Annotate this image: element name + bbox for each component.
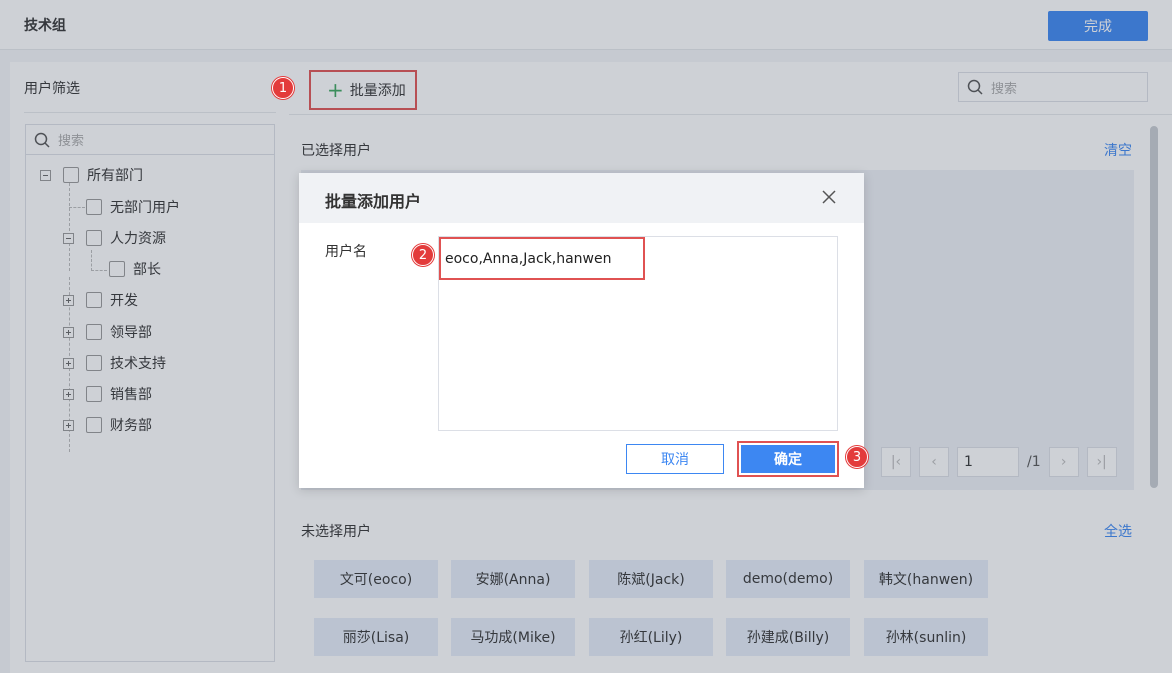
confirm-highlight: 确定 [737,441,839,477]
dialog-title: 批量添加用户 [325,192,422,211]
confirm-button[interactable]: 确定 [741,445,835,473]
username-label: 用户名 [325,244,367,260]
batch-add-dialog: 批量添加用户 用户名 eoco,Anna,Jack,hanwen 取消 确定 [299,173,864,488]
step-badge-3: 3 [846,446,868,468]
step-badge-1: 1 [272,77,294,99]
close-icon[interactable] [822,190,836,204]
dialog-header: 批量添加用户 [299,173,864,223]
username-textarea[interactable]: eoco,Anna,Jack,hanwen [438,236,838,431]
cancel-button[interactable]: 取消 [626,444,724,474]
username-value: eoco,Anna,Jack,hanwen [439,237,645,280]
step-badge-2: 2 [412,244,434,266]
